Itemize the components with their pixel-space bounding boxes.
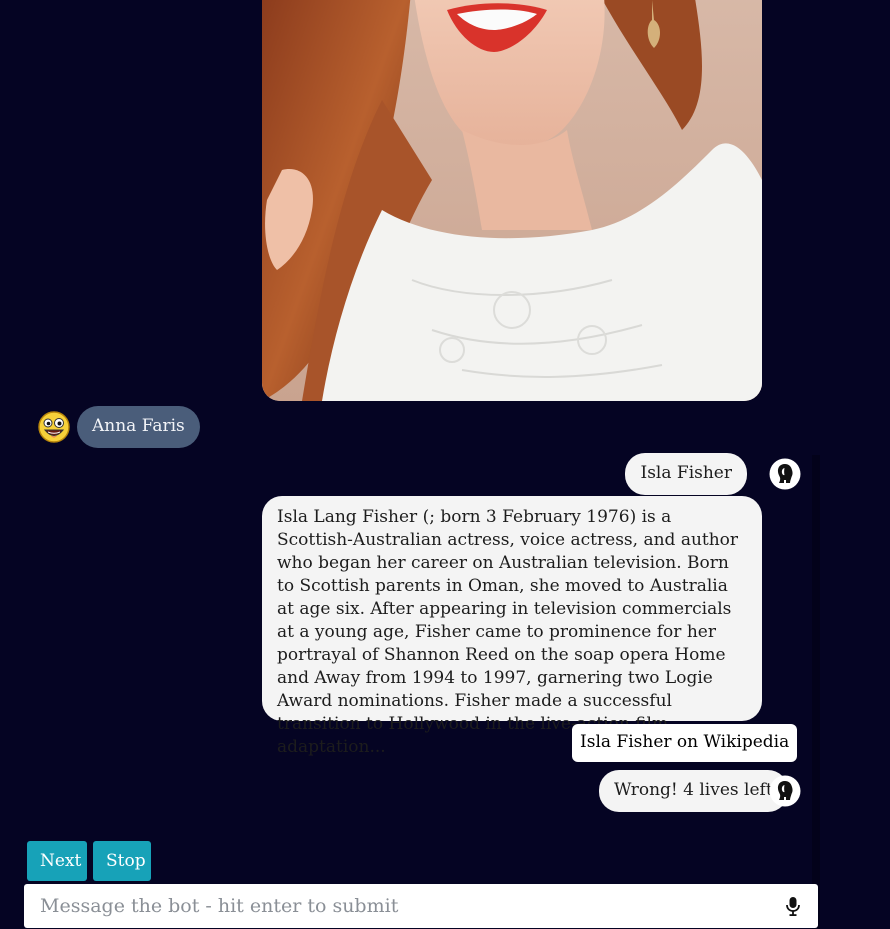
head-silhouette-icon [769, 775, 801, 807]
portrait-photo [262, 0, 762, 401]
message-input[interactable] [24, 884, 764, 928]
divider [812, 455, 820, 929]
bot-message: Isla Fisher [625, 453, 747, 495]
microphone-icon[interactable] [782, 895, 804, 917]
head-silhouette-icon [769, 458, 801, 490]
next-button[interactable]: Next [27, 841, 87, 881]
wikipedia-link[interactable]: Isla Fisher on Wikipedia [572, 724, 798, 762]
user-message: Anna Faris [77, 406, 200, 448]
bot-message-result: Wrong! 4 lives left [599, 770, 788, 812]
laughing-emoji-icon [38, 411, 70, 443]
stop-button[interactable]: Stop [93, 841, 151, 881]
bot-image-message [262, 0, 762, 401]
message-composer [24, 884, 818, 928]
bot-message-summary: Isla Lang Fisher (; born 3 February 1976… [262, 496, 762, 757]
chat-window: Anna Faris Isla Fisher Isla Lang Fisher … [0, 0, 890, 929]
